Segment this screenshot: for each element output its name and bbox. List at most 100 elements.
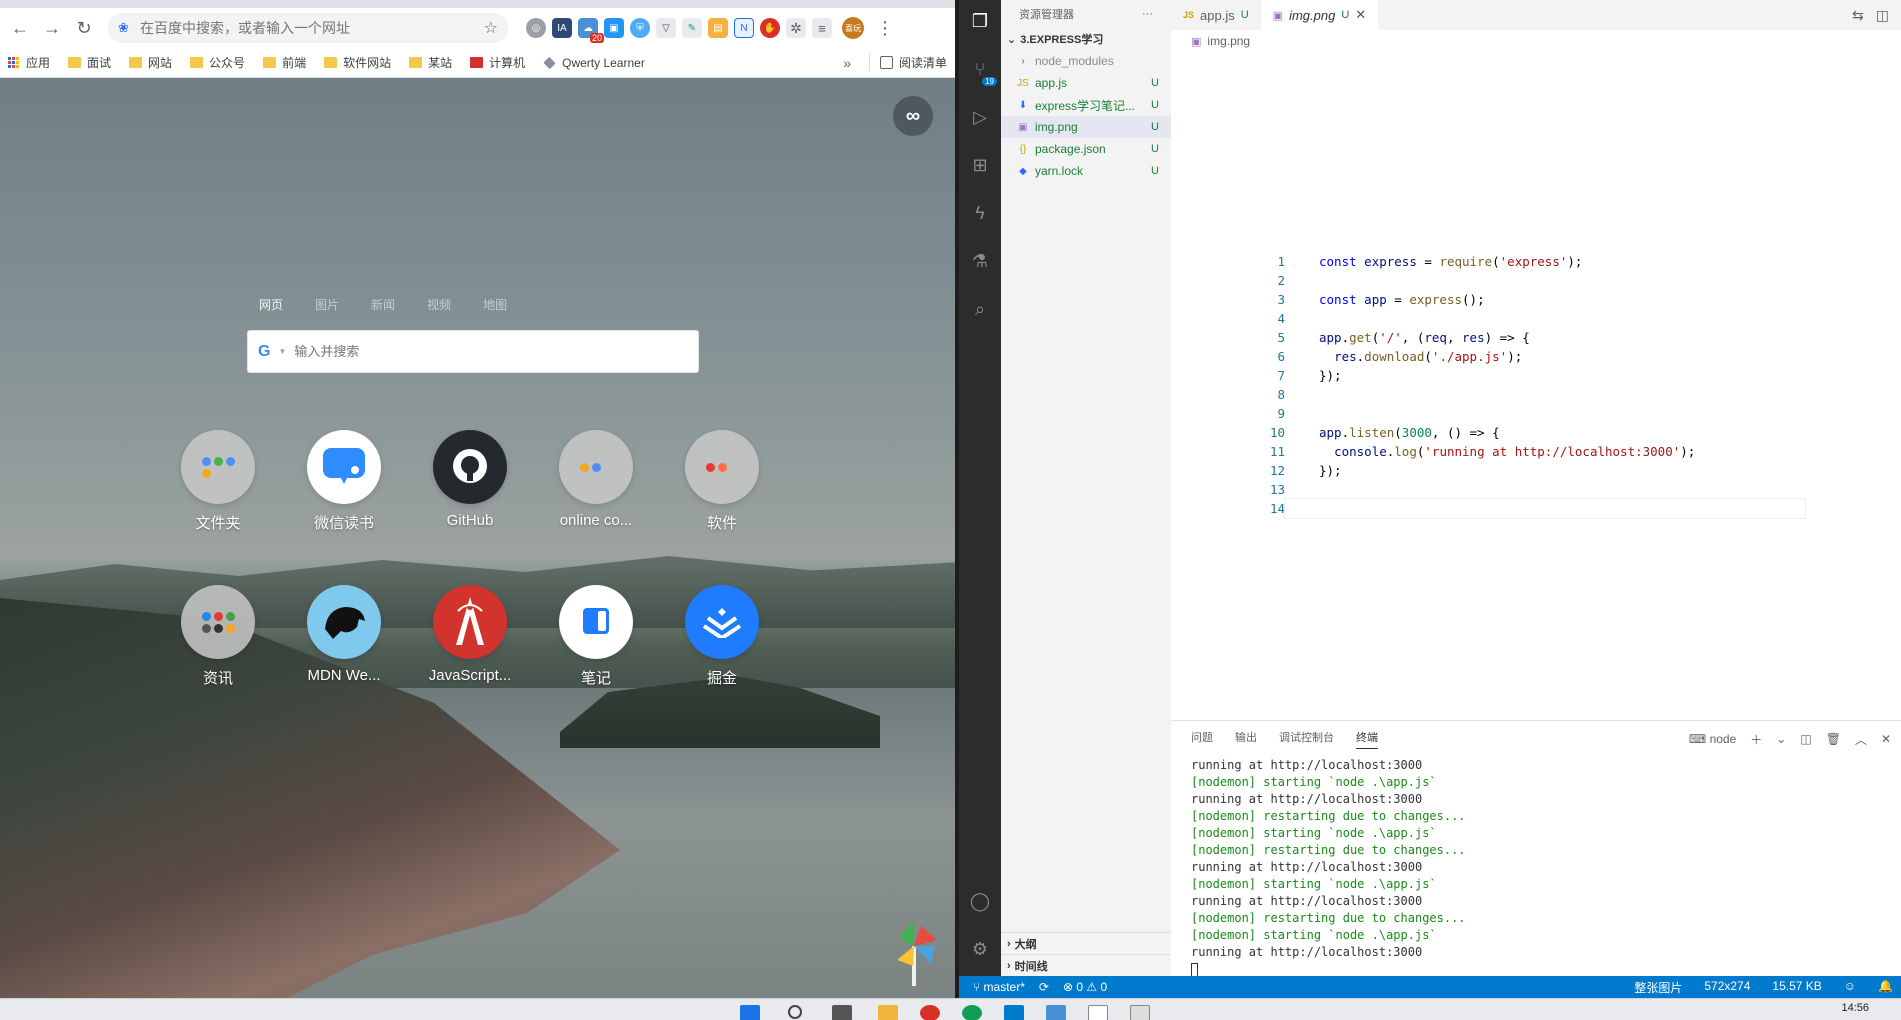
extension-screenshot-icon[interactable]: ▣: [604, 18, 624, 38]
bookmark-item[interactable]: 前端: [263, 54, 306, 71]
newtab-search-box[interactable]: G ▼: [247, 330, 699, 373]
notifications-bell-icon[interactable]: 🔔: [1878, 979, 1893, 996]
search-category-tab[interactable]: 地图: [483, 296, 507, 313]
shortcut-tile[interactable]: GitHub: [407, 430, 533, 533]
panel-tab[interactable]: 问题: [1191, 729, 1213, 749]
edge-taskbar-icon[interactable]: [962, 1005, 982, 1020]
browser-menu-icon[interactable]: ⋮: [876, 18, 894, 39]
shortcut-tile[interactable]: 文件夹: [155, 430, 281, 533]
task-view-icon[interactable]: [832, 1005, 852, 1020]
breadcrumb-item[interactable]: img.png: [1207, 34, 1250, 48]
shortcut-tile[interactable]: 笔记: [533, 585, 659, 688]
image-zoom-mode[interactable]: 整张图片: [1634, 979, 1682, 996]
new-terminal-icon[interactable]: ＋: [1750, 731, 1762, 748]
sync-icon[interactable]: ⟳: [1039, 980, 1049, 994]
run-debug-icon[interactable]: ▷: [967, 104, 993, 130]
google-logo-icon[interactable]: G: [258, 343, 270, 361]
bookmark-item[interactable]: 某站: [409, 54, 452, 71]
search-category-tab[interactable]: 图片: [315, 296, 339, 313]
file-tree-item[interactable]: › node_modules: [1001, 50, 1171, 72]
app-taskbar-icon[interactable]: [1046, 1005, 1066, 1020]
close-panel-icon[interactable]: ✕: [1881, 732, 1891, 746]
timeline-section[interactable]: › 时间线: [1001, 954, 1171, 976]
open-changes-icon[interactable]: ⇆: [1852, 7, 1864, 24]
bookmark-item[interactable]: Qwerty Learner: [543, 56, 645, 70]
extension-store-icon[interactable]: ▤: [708, 18, 728, 38]
start-button-icon[interactable]: [740, 1005, 760, 1020]
extensions-puzzle-icon[interactable]: ✲: [786, 18, 806, 38]
shortcut-tile[interactable]: 掘金: [659, 585, 785, 688]
file-tree-item[interactable]: ◆ yarn.lock U: [1001, 160, 1171, 182]
editor-tab[interactable]: ▣ img.png U ✕: [1260, 0, 1379, 30]
terminal-selector[interactable]: ⌨ node: [1689, 732, 1736, 746]
screen-taskbar-icon[interactable]: [1130, 1005, 1150, 1020]
back-button[interactable]: ←: [6, 14, 34, 42]
shortcut-tile[interactable]: 软件: [659, 430, 785, 533]
shortcut-tile[interactable]: online co...: [533, 430, 659, 533]
typora-taskbar-icon[interactable]: [1088, 1005, 1108, 1020]
bookmark-item[interactable]: 公众号: [190, 54, 245, 71]
panel-tab[interactable]: 调试控制台: [1279, 729, 1334, 749]
close-tab-icon[interactable]: ✕: [1355, 7, 1366, 23]
extension-adblock-icon[interactable]: ✋: [760, 18, 780, 38]
account-icon[interactable]: ◯: [967, 888, 993, 914]
maximize-panel-icon[interactable]: ︿: [1855, 731, 1867, 748]
terminal-output[interactable]: running at http://localhost:3000 [nodemon…: [1171, 757, 1901, 978]
file-tree-item[interactable]: ▣ img.png U: [1001, 116, 1171, 138]
file-tree-item[interactable]: ⬇ express学习笔记... U: [1001, 94, 1171, 116]
panel-tab[interactable]: 终端: [1356, 729, 1378, 749]
panel-tab[interactable]: 输出: [1235, 729, 1257, 749]
extension-vue-icon[interactable]: ▽: [656, 18, 676, 38]
extension-ia-icon[interactable]: IA: [552, 18, 572, 38]
test-icon[interactable]: ⚗: [967, 248, 993, 274]
shortcut-tile[interactable]: JavaScript...: [407, 585, 533, 688]
search-icon[interactable]: ⌕: [967, 296, 993, 322]
problems-indicator[interactable]: ⊗ 0 ⚠ 0: [1063, 980, 1107, 994]
manage-gear-icon[interactable]: ⚙: [967, 936, 993, 962]
file-tree-item[interactable]: {} package.json U: [1001, 138, 1171, 160]
outline-section[interactable]: › 大纲: [1001, 932, 1171, 954]
taskbar-search-icon[interactable]: [788, 1005, 802, 1019]
search-category-tab[interactable]: 新闻: [371, 296, 395, 313]
bookmark-star-icon[interactable]: ☆: [484, 18, 498, 38]
search-category-tab[interactable]: 网页: [259, 296, 283, 313]
shortcut-tile[interactable]: 资讯: [155, 585, 281, 688]
vscode-taskbar-icon[interactable]: [1004, 1005, 1024, 1020]
profile-avatar[interactable]: 喜玩: [842, 17, 864, 39]
extensions-icon[interactable]: ⊞: [967, 152, 993, 178]
code-view[interactable]: 1 const express = require('express'); 2 3 co…: [1251, 252, 1806, 519]
workspace-folder[interactable]: ⌄ 3.EXPRESS学习: [1001, 28, 1171, 50]
extension-shield-icon[interactable]: ⛨: [630, 18, 650, 38]
reading-list-button[interactable]: 阅读清单: [868, 54, 947, 71]
bookmark-item[interactable]: 应用: [8, 54, 50, 71]
bookmark-item[interactable]: 网站: [129, 54, 172, 71]
media-control-icon[interactable]: ≡: [812, 18, 832, 38]
shortcut-tile[interactable]: MDN We...: [281, 585, 407, 688]
forward-button[interactable]: →: [38, 14, 66, 42]
newtab-search-input[interactable]: [294, 344, 688, 359]
branch-indicator[interactable]: ⑂ master*: [973, 980, 1025, 994]
chrome-taskbar-icon[interactable]: [920, 1005, 940, 1020]
omnibox-input[interactable]: [140, 20, 476, 36]
omnibox[interactable]: ❀ ☆: [108, 13, 508, 43]
bookmark-item[interactable]: 软件网站: [324, 54, 391, 71]
lightning-icon[interactable]: ϟ: [967, 200, 993, 226]
pinwheel-icon[interactable]: [891, 916, 937, 986]
split-terminal-icon[interactable]: ◫: [1800, 732, 1811, 746]
bookmarks-overflow-button[interactable]: »: [843, 55, 851, 71]
search-category-tab[interactable]: 视频: [427, 296, 451, 313]
editor-tab[interactable]: JS app.js U: [1171, 0, 1261, 30]
bookmark-item[interactable]: 计算机: [470, 54, 525, 71]
source-control-icon[interactable]: ⑂ 19: [967, 56, 997, 86]
kill-terminal-icon[interactable]: 🗑: [1826, 732, 1841, 746]
split-editor-icon[interactable]: ◫: [1876, 7, 1889, 24]
reload-button[interactable]: ↻: [70, 14, 98, 42]
extension-cloud-icon[interactable]: ☁ 20: [578, 18, 604, 43]
shortcut-tile[interactable]: 微信读书: [281, 430, 407, 533]
extension-n-icon[interactable]: N: [734, 18, 754, 38]
explorer-icon[interactable]: ❐: [967, 8, 993, 34]
extension-leaf-icon[interactable]: ✎: [682, 18, 702, 38]
file-explorer-icon[interactable]: [878, 1005, 898, 1020]
engine-caret-icon[interactable]: ▼: [278, 347, 286, 356]
infinity-menu-button[interactable]: ∞: [893, 96, 933, 136]
